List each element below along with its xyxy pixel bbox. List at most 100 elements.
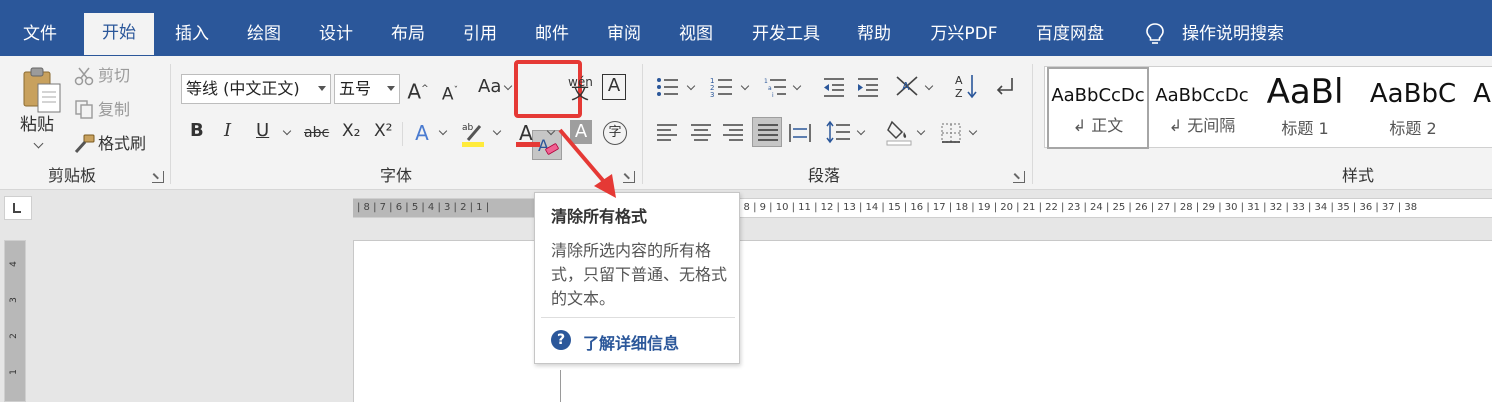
inline-divider bbox=[402, 122, 403, 146]
style-heading-2[interactable]: AaBbC 标题 2 bbox=[1361, 67, 1465, 149]
strikethrough-button[interactable]: abc bbox=[304, 122, 329, 144]
font-size-combo[interactable]: 五号 bbox=[334, 74, 400, 104]
tab-references[interactable]: 引用 bbox=[460, 14, 500, 56]
tab-baidu-netdisk[interactable]: 百度网盘 bbox=[1032, 14, 1108, 56]
tab-developer[interactable]: 开发工具 bbox=[748, 14, 824, 56]
paste-dropdown[interactable] bbox=[33, 138, 44, 149]
highlight-color-icon[interactable]: ab bbox=[460, 120, 488, 148]
format-painter-button[interactable]: 格式刷 bbox=[98, 133, 146, 155]
cut-button[interactable]: 剪切 bbox=[98, 65, 130, 87]
phonetic-guide-icon[interactable]: wén 文 bbox=[568, 76, 593, 103]
numbering-dropdown[interactable] bbox=[740, 81, 750, 91]
borders-dropdown[interactable] bbox=[968, 126, 978, 136]
clipboard-group-label: 剪贴板 bbox=[47, 166, 96, 185]
scissors-icon bbox=[74, 67, 94, 86]
multilevel-list-icon[interactable]: 1ai bbox=[764, 76, 788, 98]
bullets-dropdown[interactable] bbox=[686, 81, 696, 91]
bold-button[interactable]: B bbox=[190, 120, 204, 142]
italic-button[interactable]: I bbox=[224, 120, 231, 142]
svg-text:3: 3 bbox=[710, 91, 714, 98]
chinese-layout-dropdown[interactable] bbox=[924, 81, 934, 91]
tab-help[interactable]: 帮助 bbox=[854, 14, 894, 56]
tab-draw[interactable]: 绘图 bbox=[244, 14, 284, 56]
superscript-button[interactable]: X² bbox=[374, 120, 392, 142]
underline-dropdown[interactable] bbox=[282, 126, 292, 136]
sort-icon[interactable]: AZ bbox=[954, 72, 978, 100]
underline-button[interactable]: U bbox=[256, 120, 269, 142]
tab-layout[interactable]: 布局 bbox=[388, 14, 428, 56]
tab-review[interactable]: 审阅 bbox=[604, 14, 644, 56]
tell-me-more-link[interactable]: 了解详细信息 bbox=[583, 330, 679, 354]
grow-font-icon[interactable]: A^ bbox=[406, 76, 430, 105]
help-icon[interactable]: ? bbox=[551, 330, 571, 350]
borders-icon[interactable] bbox=[940, 122, 962, 144]
font-name-combo[interactable]: 等线 (中文正文) bbox=[181, 74, 331, 104]
paragraph-group-label: 段落 bbox=[807, 166, 840, 185]
decrease-indent-icon[interactable] bbox=[822, 76, 846, 98]
line-spacing-dropdown[interactable] bbox=[856, 126, 866, 136]
highlight-color-dropdown[interactable] bbox=[492, 126, 502, 136]
tab-insert[interactable]: 插入 bbox=[172, 14, 212, 56]
multilevel-list-dropdown[interactable] bbox=[792, 81, 802, 91]
style-no-spacing-name: ↲ 无间隔 bbox=[1168, 116, 1236, 135]
align-left-icon[interactable] bbox=[656, 122, 678, 144]
change-case-dropdown[interactable] bbox=[503, 81, 513, 91]
tooltip-divider bbox=[541, 317, 735, 318]
increase-indent-icon[interactable] bbox=[856, 76, 880, 98]
font-dialog-launcher[interactable] bbox=[623, 171, 635, 183]
style-heading-1-sample: AaBl bbox=[1266, 72, 1344, 112]
font-group-label: 字体 bbox=[379, 166, 412, 185]
text-effects-dropdown[interactable] bbox=[438, 126, 448, 136]
style-heading-2-sample: AaBbC bbox=[1369, 79, 1457, 109]
paragraph-dialog-launcher[interactable] bbox=[1013, 171, 1025, 183]
style-title[interactable]: A bbox=[1467, 67, 1492, 149]
ruler-body-numbers: | 8 | 9 | 10 | 11 | 12 | 13 | 14 | 15 | … bbox=[737, 202, 1418, 213]
tab-view[interactable]: 视图 bbox=[676, 14, 716, 56]
character-border-icon[interactable]: A bbox=[602, 74, 626, 100]
tab-home[interactable]: 开始 bbox=[84, 13, 154, 55]
styles-group-label: 样式 bbox=[1341, 166, 1374, 185]
format-painter-icon bbox=[74, 134, 95, 154]
font-name-dropdown-arrow[interactable] bbox=[318, 86, 326, 91]
paste-button[interactable]: 粘贴 bbox=[20, 114, 54, 136]
tab-mailings[interactable]: 邮件 bbox=[532, 14, 572, 56]
font-color-icon[interactable]: A bbox=[514, 120, 542, 148]
show-formatting-marks-icon[interactable] bbox=[994, 76, 1016, 98]
tell-me-search[interactable]: 操作说明搜索 bbox=[1182, 14, 1284, 54]
chinese-layout-icon[interactable]: A bbox=[894, 74, 920, 98]
shrink-font-icon[interactable]: Aˇ bbox=[438, 78, 462, 108]
style-no-spacing-sample: AaBbCcDc bbox=[1155, 85, 1249, 106]
styles-gallery: AaBbCcDc ↲ 正文 AaBbCcDc ↲ 无间隔 AaBl 标题 1 A… bbox=[1044, 66, 1492, 149]
document-page[interactable] bbox=[353, 240, 1492, 402]
line-spacing-icon[interactable] bbox=[826, 120, 852, 144]
ribbon-home: 粘贴 剪切 复制 格式刷 剪贴板 等线 (中文正文) 五号 A^ Aˇ Aa A… bbox=[0, 56, 1492, 190]
style-heading-1[interactable]: AaBl 标题 1 bbox=[1255, 67, 1355, 149]
tab-design[interactable]: 设计 bbox=[316, 14, 356, 56]
copy-button[interactable]: 复制 bbox=[98, 99, 130, 121]
tab-file[interactable]: 文件 bbox=[20, 14, 60, 56]
change-case-button[interactable]: Aa bbox=[478, 76, 501, 98]
group-divider bbox=[642, 64, 643, 184]
subscript-button[interactable]: X₂ bbox=[342, 120, 360, 142]
shading-icon[interactable] bbox=[886, 118, 912, 146]
align-right-icon[interactable] bbox=[722, 122, 744, 144]
justify-button[interactable] bbox=[752, 117, 782, 147]
bullets-icon[interactable] bbox=[656, 76, 680, 98]
align-center-icon[interactable] bbox=[690, 122, 712, 144]
numbering-icon[interactable]: 123 bbox=[710, 76, 734, 98]
tab-selector[interactable] bbox=[4, 196, 32, 220]
style-normal[interactable]: AaBbCcDc ↲ 正文 bbox=[1047, 67, 1149, 149]
style-normal-name: ↲ 正文 bbox=[1072, 116, 1124, 135]
svg-text:ab: ab bbox=[462, 123, 474, 133]
horizontal-ruler[interactable]: | 8 | 7 | 6 | 5 | 4 | 3 | 2 | 1 | | 8 | … bbox=[353, 198, 1492, 218]
svg-text:Z: Z bbox=[955, 87, 963, 100]
distributed-icon[interactable] bbox=[788, 122, 812, 144]
clipboard-dialog-launcher[interactable] bbox=[152, 171, 164, 183]
style-no-spacing[interactable]: AaBbCcDc ↲ 无间隔 bbox=[1151, 67, 1253, 149]
style-title-sample: A bbox=[1473, 79, 1491, 109]
font-size-dropdown-arrow[interactable] bbox=[387, 86, 395, 91]
shading-dropdown[interactable] bbox=[916, 126, 926, 136]
vertical-ruler[interactable]: 4 3 2 1 bbox=[4, 240, 26, 402]
tab-wondershare-pdf[interactable]: 万兴PDF bbox=[926, 14, 1002, 56]
text-effects-icon[interactable]: A bbox=[410, 120, 434, 146]
